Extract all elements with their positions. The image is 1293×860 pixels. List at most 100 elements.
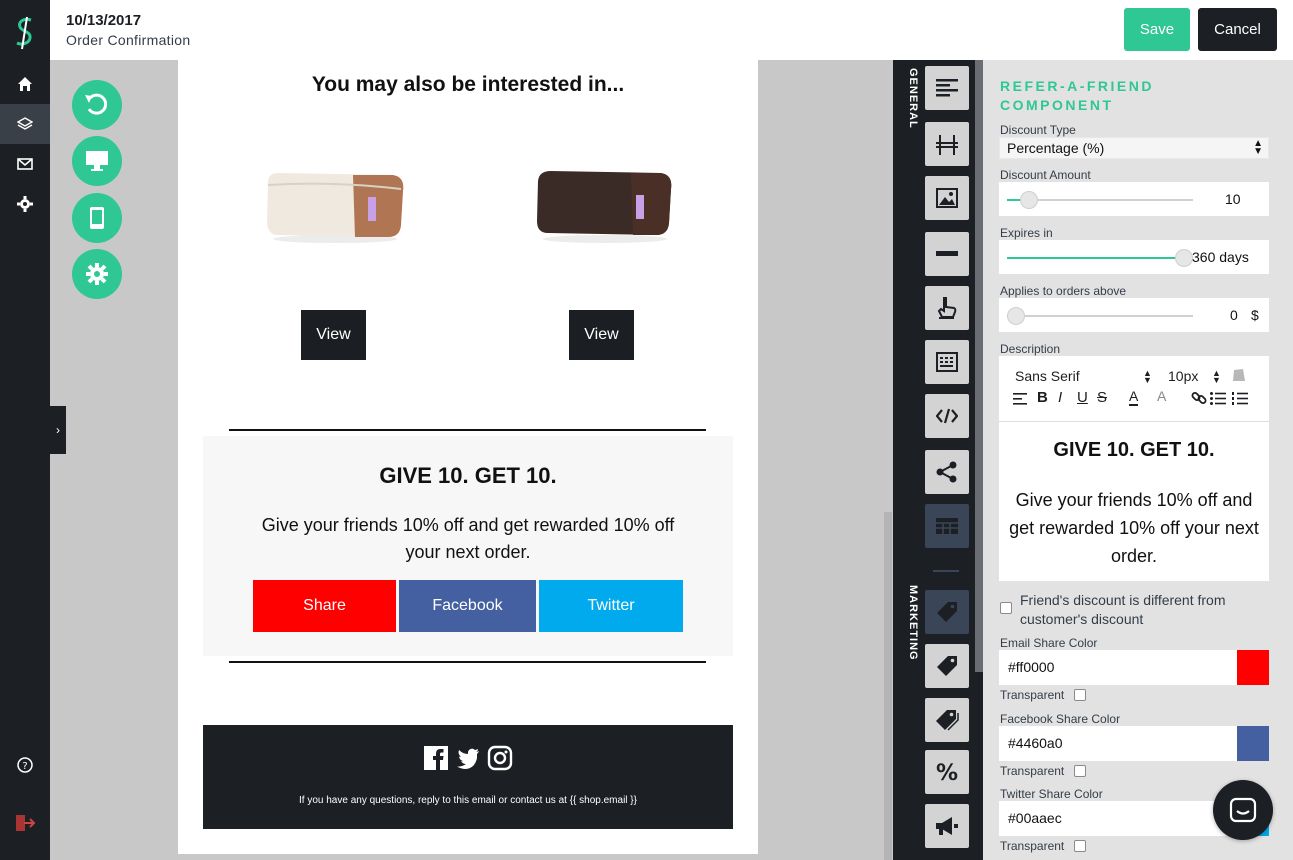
facebook-color-swatch[interactable] [1237, 726, 1269, 761]
help-icon[interactable]: ? [0, 745, 50, 785]
discount-type-label: Discount Type [1000, 123, 1076, 137]
slider-fill [1007, 257, 1184, 259]
description-label: Description [1000, 342, 1061, 356]
coupon-component[interactable] [925, 644, 969, 688]
gear-icon[interactable] [0, 184, 50, 224]
megaphone-icon [936, 817, 958, 835]
table-icon [936, 518, 958, 534]
bold-icon[interactable]: B [1037, 389, 1048, 406]
description-editor[interactable]: GIVE 10. GET 10. Give your friends 10% o… [999, 421, 1269, 581]
expires-slider[interactable]: 360 days [999, 240, 1269, 274]
share-icon [936, 461, 957, 483]
font-size-value: 10px [1168, 368, 1199, 384]
keyboard-icon [936, 352, 958, 372]
image-component[interactable] [925, 176, 969, 220]
desktop-icon [86, 151, 108, 171]
font-family-select[interactable]: Sans Serif ▲ ▼ [1015, 368, 1152, 385]
strikethrough-icon[interactable]: S [1097, 389, 1107, 406]
email-transparent-checkbox[interactable] [1074, 689, 1086, 701]
preview-text: Give your friends 10% off and get reward… [1009, 490, 1259, 566]
undo-button[interactable] [72, 80, 122, 130]
twitter-share-button[interactable]: Twitter [539, 580, 683, 632]
tab-marketing[interactable]: MARKETING [907, 585, 919, 661]
slider-track [1007, 307, 1193, 325]
mobile-preview-button[interactable] [72, 193, 122, 243]
spacer-component[interactable] [925, 122, 969, 166]
shopify-icon[interactable] [1232, 366, 1246, 387]
refer-a-friend-component[interactable] [925, 590, 969, 634]
desktop-preview-button[interactable] [72, 136, 122, 186]
slider-thumb[interactable] [1007, 307, 1025, 325]
chat-launcher-button[interactable] [1213, 780, 1273, 840]
applies-unit: $ [1251, 307, 1259, 323]
panel-scrollbar[interactable] [975, 60, 983, 672]
text-component[interactable] [925, 66, 969, 110]
facebook-share-color-label: Facebook Share Color [1000, 712, 1121, 726]
email-share-color-input[interactable]: #ff0000 [999, 650, 1237, 685]
text-color-icon[interactable]: A [1129, 389, 1139, 406]
expand-panel-button[interactable]: › [50, 406, 66, 454]
facebook-share-color-input[interactable]: #4460a0 [999, 726, 1237, 761]
social-component[interactable] [925, 450, 969, 494]
tab-general[interactable]: GENERAL [907, 68, 919, 129]
home-icon[interactable] [0, 64, 50, 104]
tag-icon [937, 656, 957, 676]
applies-label: Applies to orders above [1000, 284, 1127, 298]
email-canvas: You may also be interested in... View Vi… [178, 60, 758, 854]
svg-text:?: ? [22, 761, 27, 772]
email-color-swatch[interactable] [1237, 650, 1269, 685]
image-icon [936, 188, 958, 208]
twitter-icon[interactable] [455, 745, 481, 771]
slider-thumb[interactable] [1175, 249, 1193, 267]
numbered-list-icon[interactable] [1232, 392, 1248, 410]
app-logo[interactable] [13, 16, 37, 50]
refer-a-friend-block[interactable]: GIVE 10. GET 10. Give your friends 10% o… [203, 436, 733, 656]
raf-title: GIVE 10. GET 10. [379, 463, 557, 488]
facebook-share-button[interactable]: Facebook [399, 580, 536, 632]
font-size-select[interactable]: 10px ▲ ▼ [1168, 368, 1221, 385]
twitter-transparent-checkbox[interactable] [1074, 840, 1086, 852]
discount-amount-value: 10 [1225, 191, 1241, 207]
discount-type-value: Percentage (%) [1007, 140, 1105, 156]
discount-amount-slider[interactable]: 10 [999, 182, 1269, 216]
facebook-transparent-checkbox[interactable] [1074, 765, 1086, 777]
logout-icon[interactable] [0, 803, 50, 843]
announcement-component[interactable] [925, 804, 969, 848]
align-left-icon[interactable] [1013, 392, 1027, 410]
settings-button[interactable] [72, 249, 122, 299]
slider-track [1007, 249, 1193, 267]
code-icon [936, 408, 958, 424]
cancel-button[interactable]: Cancel [1198, 8, 1277, 51]
layers-icon[interactable] [0, 104, 50, 144]
button-component[interactable] [925, 286, 969, 330]
applies-slider[interactable]: 0 $ [999, 298, 1269, 332]
table-component[interactable] [925, 504, 969, 548]
view-button[interactable]: View [569, 310, 634, 360]
underline-icon[interactable]: U [1077, 389, 1088, 406]
background-color-icon[interactable]: A [1157, 389, 1166, 404]
save-button[interactable]: Save [1124, 8, 1190, 51]
divider-component[interactable] [925, 232, 969, 276]
canvas-scrollbar[interactable] [884, 512, 892, 860]
code-component[interactable] [925, 394, 969, 438]
friend-discount-checkbox[interactable] [1000, 602, 1012, 614]
instagram-icon[interactable] [487, 745, 513, 771]
header-date: 10/13/2017 [66, 12, 142, 29]
discount-tag-icon [937, 602, 957, 622]
tags-icon [936, 710, 959, 731]
slider-thumb[interactable] [1020, 191, 1039, 209]
view-button[interactable]: View [301, 310, 366, 360]
top-header: 10/13/2017 Order Confirmation Save Cance… [50, 0, 1293, 60]
twitter-share-color-input[interactable]: #00aaec [999, 801, 1237, 836]
html-block-component[interactable] [925, 340, 969, 384]
percent-component[interactable]: % [925, 750, 969, 794]
discount-type-select[interactable]: Percentage (%) ▲ ▼ [999, 137, 1269, 159]
share-button[interactable]: Share [253, 580, 396, 632]
bullet-list-icon[interactable] [1210, 392, 1226, 410]
twitter-share-color-label: Twitter Share Color [1000, 787, 1103, 801]
link-icon[interactable] [1191, 391, 1207, 410]
italic-icon[interactable]: I [1058, 389, 1062, 406]
facebook-icon[interactable] [423, 745, 449, 771]
mail-icon[interactable] [0, 144, 50, 184]
multi-coupon-component[interactable] [925, 698, 969, 742]
